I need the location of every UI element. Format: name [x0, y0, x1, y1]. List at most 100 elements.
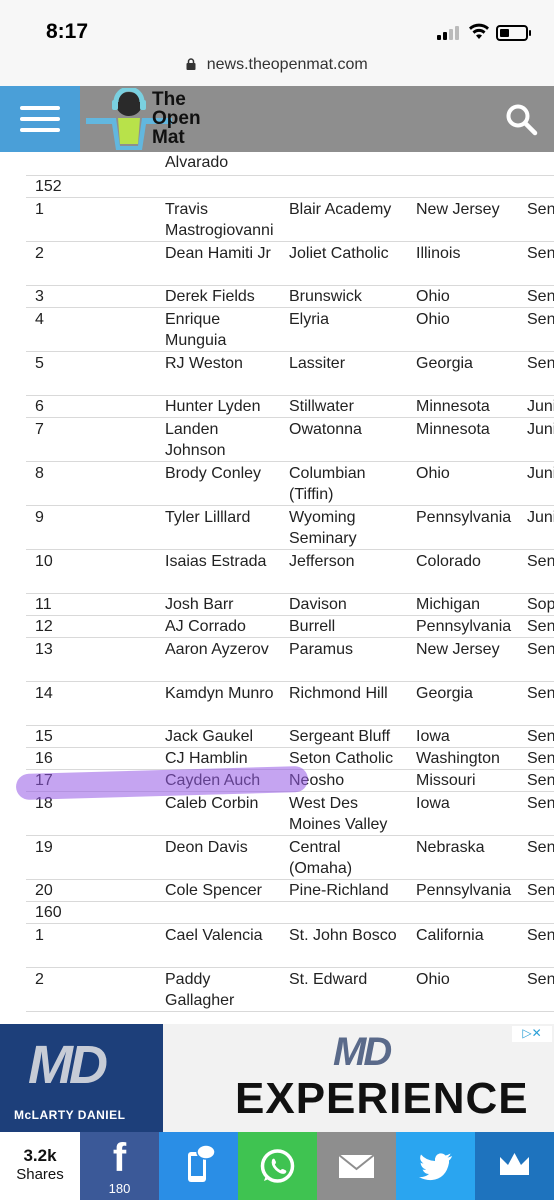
cell-grade: Sen: [518, 615, 554, 638]
cell-rank: 14: [26, 681, 156, 726]
wifi-icon: [469, 23, 489, 39]
more-share-button[interactable]: [475, 1132, 554, 1200]
cell-school: Wyoming Seminary: [280, 505, 407, 550]
cell-school: Blair Academy: [280, 197, 407, 242]
cell-state: California: [407, 923, 518, 968]
crown-icon: [500, 1153, 529, 1175]
cell-rank: 4: [26, 307, 156, 352]
facebook-share-button[interactable]: f 180: [80, 1132, 159, 1200]
cell-grade: Juni: [518, 505, 554, 550]
site-logo-text[interactable]: The Open Mat: [152, 90, 201, 147]
weight-class-row: 152: [26, 175, 554, 198]
cell-rank: 17: [26, 769, 156, 792]
lock-icon: [186, 57, 196, 73]
cell-rank: 1: [26, 197, 156, 242]
table-row: 5 RJ Weston Lassiter Georgia Sen: [26, 351, 554, 396]
cell-state: Ohio: [407, 285, 518, 308]
facebook-share-count: 180: [108, 1181, 131, 1196]
cell-rank: 9: [26, 505, 156, 550]
cell-rank: 18: [26, 791, 156, 836]
url-text: news.theopenmat.com: [206, 56, 368, 73]
table-row: Alvarado: [26, 152, 554, 176]
cell-rank: 7: [26, 417, 156, 462]
cell-school: [280, 152, 407, 176]
cell-name: Travis Mastrogiovanni: [156, 197, 280, 242]
cell-rank: 8: [26, 461, 156, 506]
cell-school: Burrell: [280, 615, 407, 638]
address-bar[interactable]: news.theopenmat.com: [0, 56, 554, 86]
cell-rank: 5: [26, 351, 156, 396]
cell-state: Iowa: [407, 725, 518, 748]
hamburger-menu-button[interactable]: [0, 86, 80, 152]
cell-state: New Jersey: [407, 637, 518, 682]
cell-state: [407, 901, 518, 924]
rankings-table-viewport: Alvarado 152 1 Travis Mastrogiovanni Blair A…: [0, 152, 554, 1024]
ad-headline-panel[interactable]: MD EXPERIENCE: [163, 1024, 554, 1132]
sms-icon: [188, 1144, 216, 1182]
cell-name: [156, 175, 280, 198]
table-row: 12 AJ Corrado Burrell Pennsylvania Sen: [26, 615, 554, 638]
cell-grade: Sen: [518, 637, 554, 682]
cell-rank: 19: [26, 835, 156, 880]
cell-state: Colorado: [407, 549, 518, 594]
ad-choices-icon[interactable]: ▷✕: [512, 1026, 552, 1042]
table-row: 6 Hunter Lyden Stillwater Minnesota Juni: [26, 395, 554, 418]
sms-share-button[interactable]: [159, 1132, 238, 1200]
cell-school: Sergeant Bluff: [280, 725, 407, 748]
cell-rank: 20: [26, 879, 156, 902]
rankings-table: Alvarado 152 1 Travis Mastrogiovanni Blair A…: [26, 152, 554, 1012]
cell-rank: 152: [26, 175, 156, 198]
cell-name: Caleb Corbin: [156, 791, 280, 836]
cell-school: Brunswick: [280, 285, 407, 308]
cell-state: Missouri: [407, 769, 518, 792]
cell-name: Jack Gaukel: [156, 725, 280, 748]
ad-banner[interactable]: MD McLARTY DANIEL MD EXPERIENCE ▷✕: [0, 1024, 554, 1132]
cell-state: Iowa: [407, 791, 518, 836]
cell-state: Nebraska: [407, 835, 518, 880]
cell-grade: [518, 175, 554, 198]
ad-headline: EXPERIENCE: [235, 1074, 529, 1123]
cell-name: Derek Fields: [156, 285, 280, 308]
table-row: 1 Travis Mastrogiovanni Blair Academy New J…: [26, 197, 554, 242]
cell-school: West Des Moines Valley: [280, 791, 407, 836]
cell-rank: 2: [26, 241, 156, 286]
cell-state: New Jersey: [407, 197, 518, 242]
cell-name: AJ Corrado: [156, 615, 280, 638]
cell-name: Cole Spencer: [156, 879, 280, 902]
share-bar: 3.2k Shares f 180: [0, 1132, 554, 1200]
cell-school: St. John Bosco: [280, 923, 407, 968]
cell-school: Owatonna: [280, 417, 407, 462]
cell-state: [407, 175, 518, 198]
cell-name: Brody Conley: [156, 461, 280, 506]
cell-name: RJ Weston: [156, 351, 280, 396]
cell-name: Isaias Estrada: [156, 549, 280, 594]
cell-name: CJ Hamblin: [156, 747, 280, 770]
cell-school: St. Edward: [280, 967, 407, 1012]
cell-grade: Sen: [518, 791, 554, 836]
ad-logo: MD: [28, 1035, 108, 1095]
cell-state: Illinois: [407, 241, 518, 286]
cell-name: Tyler Lilllard: [156, 505, 280, 550]
cell-grade: Sen: [518, 285, 554, 308]
email-share-button[interactable]: [317, 1132, 396, 1200]
table-row: 9 Tyler Lilllard Wyoming Seminary Pennsylva…: [26, 505, 554, 550]
cell-grade: Sen: [518, 923, 554, 968]
table-row: 16 CJ Hamblin Seton Catholic Washington Sen: [26, 747, 554, 770]
cell-grade: Sen: [518, 769, 554, 792]
status-bar: 8:17: [0, 0, 554, 56]
cell-school: [280, 175, 407, 198]
cell-rank: [26, 152, 156, 176]
ad-logo-panel[interactable]: MD McLARTY DANIEL: [0, 1024, 163, 1132]
table-row: 7 Landen Johnson Owatonna Minnesota Juni: [26, 417, 554, 462]
table-row: 4 Enrique Munguia Elyria Ohio Sen: [26, 307, 554, 352]
cell-rank: 160: [26, 901, 156, 924]
cell-grade: Sen: [518, 725, 554, 748]
cell-name: Alvarado: [156, 152, 280, 176]
cell-grade: Juni: [518, 417, 554, 462]
cell-school: Jefferson: [280, 549, 407, 594]
battery-icon: [496, 25, 531, 41]
twitter-share-button[interactable]: [396, 1132, 475, 1200]
cell-grade: [518, 901, 554, 924]
whatsapp-share-button[interactable]: [238, 1132, 317, 1200]
search-icon[interactable]: [504, 102, 538, 136]
